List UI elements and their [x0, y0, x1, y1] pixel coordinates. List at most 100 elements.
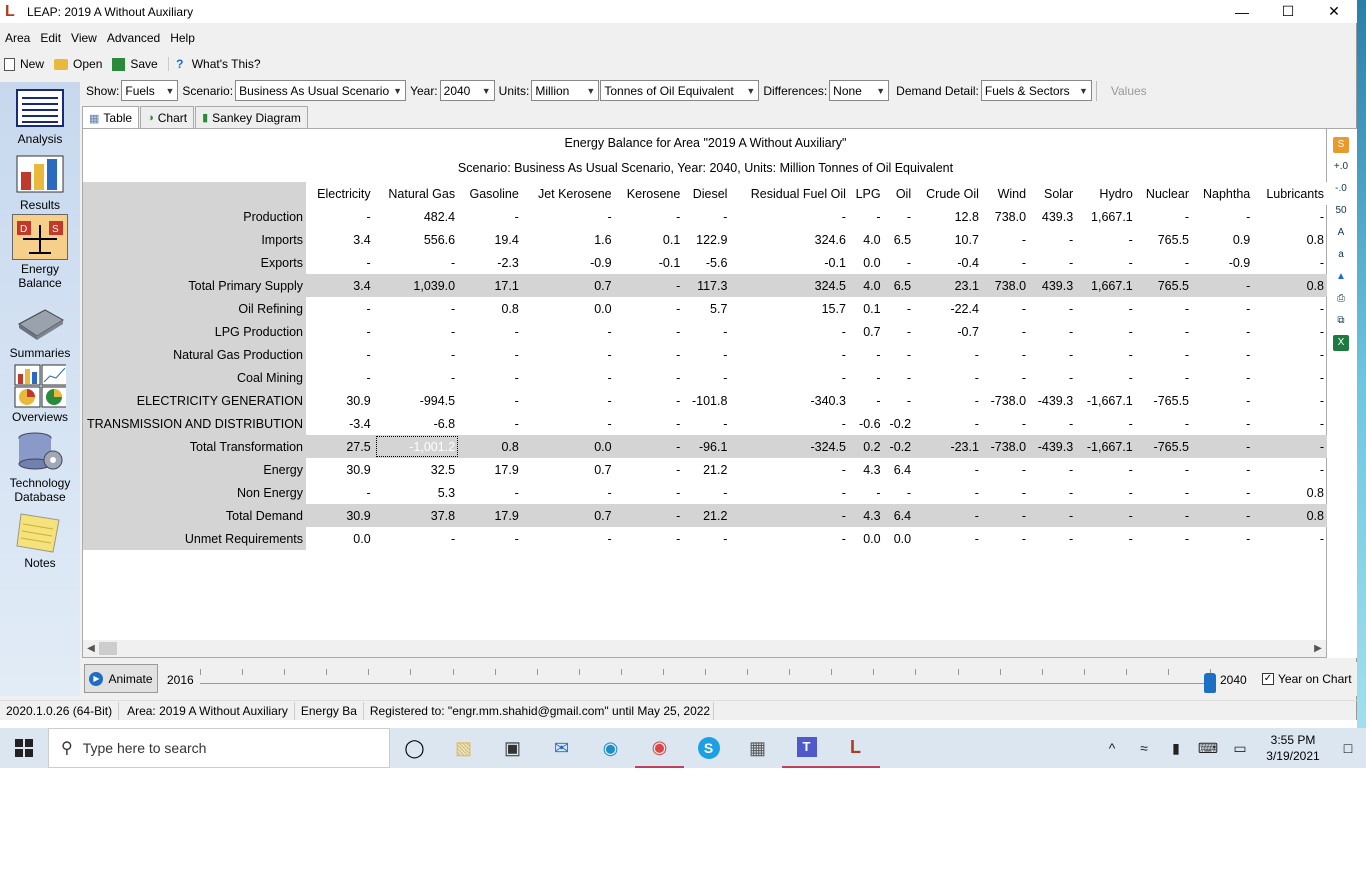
table-cell[interactable]: -	[915, 527, 983, 550]
table-cell[interactable]: -	[885, 343, 916, 366]
table-cell[interactable]: -	[1193, 320, 1254, 343]
table-cell[interactable]: -23.1	[915, 435, 983, 458]
table-cell[interactable]: -	[1137, 297, 1193, 320]
chrome-icon[interactable]: ◉	[635, 728, 684, 768]
tab-sankey[interactable]: ▮ Sankey Diagram	[195, 106, 308, 128]
scroll-left-icon[interactable]: ◀	[83, 640, 99, 657]
table-cell[interactable]: -	[1137, 251, 1193, 274]
table-cell[interactable]: 482.4	[375, 205, 459, 228]
table-cell[interactable]: -	[1137, 481, 1193, 504]
table-cell[interactable]: -	[1077, 527, 1137, 550]
table-cell[interactable]: -	[982, 504, 1031, 527]
table-cell[interactable]: 0.0	[850, 251, 885, 274]
table-cell[interactable]: -	[459, 366, 523, 389]
table-cell[interactable]: -	[915, 366, 983, 389]
menu-view[interactable]: View	[66, 28, 102, 48]
table-cell[interactable]: 439.3	[1030, 274, 1078, 297]
table-cell[interactable]: 6.4	[884, 504, 916, 527]
table-cell[interactable]: 0.8	[1254, 481, 1328, 504]
table-cell[interactable]: 0.0	[306, 527, 375, 550]
table-cell[interactable]: 5.7	[684, 297, 731, 320]
table-cell[interactable]: 0.9	[1193, 228, 1254, 251]
table-cell[interactable]: -	[983, 366, 1030, 389]
year-on-chart-checkbox[interactable]: ✓ Year on Chart	[1262, 672, 1352, 686]
table-cell[interactable]: -	[306, 205, 375, 228]
table-cell[interactable]: 4.0	[850, 228, 885, 251]
table-cell[interactable]: -0.7	[915, 320, 983, 343]
table-cell[interactable]: -	[459, 320, 523, 343]
table-cell[interactable]: -	[1030, 412, 1077, 435]
table-cell[interactable]: -	[731, 527, 849, 550]
increase-decimals-icon[interactable]: +.0	[1333, 159, 1349, 175]
table-cell[interactable]: 439.3	[1030, 205, 1077, 228]
table-cell[interactable]: -0.2	[885, 412, 916, 435]
table-cell[interactable]: 12.8	[915, 205, 983, 228]
table-cell[interactable]: -	[850, 205, 885, 228]
battery-icon[interactable]: ▮	[1160, 740, 1192, 757]
table-cell[interactable]: -	[1254, 320, 1328, 343]
row-label[interactable]: Imports	[83, 228, 306, 251]
table-cell[interactable]: -	[1077, 504, 1137, 527]
row-label[interactable]: Non Energy	[83, 481, 306, 504]
sidebar-item-notes[interactable]: Notes	[0, 510, 80, 570]
table-cell[interactable]: 0.0	[850, 527, 885, 550]
table-cell[interactable]: -	[1254, 412, 1328, 435]
column-header[interactable]: Gasoline	[459, 182, 523, 205]
table-cell[interactable]: -994.5	[375, 389, 459, 412]
chart-settings-icon[interactable]: ▲	[1333, 269, 1349, 285]
table-cell[interactable]: -	[1030, 228, 1077, 251]
table-cell[interactable]: -	[1254, 389, 1328, 412]
table-cell[interactable]: -	[684, 320, 731, 343]
row-label[interactable]: Natural Gas Production	[83, 343, 306, 366]
print-icon[interactable]: ⎙	[1333, 291, 1349, 307]
notifications-icon[interactable]: □	[1330, 740, 1366, 756]
store-icon[interactable]: ▣	[488, 728, 537, 768]
table-cell[interactable]: -	[1193, 274, 1255, 297]
excel-export-icon[interactable]: X	[1333, 335, 1349, 351]
table-cell[interactable]: -	[1254, 458, 1328, 481]
table-cell[interactable]: 10.7	[915, 228, 983, 251]
table-cell[interactable]: -	[983, 251, 1030, 274]
table-cell[interactable]: -	[915, 481, 983, 504]
table-cell[interactable]: -0.2	[884, 435, 916, 458]
table-cell[interactable]: 3.4	[306, 228, 375, 251]
column-header[interactable]: Wind	[982, 182, 1031, 205]
save-button[interactable]: Save	[112, 57, 158, 71]
teams-icon[interactable]: T	[782, 728, 831, 768]
table-cell[interactable]: 0.8	[1254, 228, 1328, 251]
table-cell[interactable]: 324.5	[731, 274, 850, 297]
table-cell[interactable]: 37.8	[374, 504, 460, 527]
scenario-select[interactable]: Business As Usual Scenario ▼	[235, 80, 407, 101]
table-cell[interactable]: -	[1030, 481, 1077, 504]
table-cell[interactable]: -	[306, 366, 375, 389]
table-cell[interactable]: -	[1077, 366, 1137, 389]
table-cell[interactable]: -	[983, 481, 1030, 504]
network-icon[interactable]: ≈	[1128, 740, 1160, 756]
table-cell[interactable]: -	[523, 412, 616, 435]
table-cell[interactable]: 17.9	[459, 504, 523, 527]
year-slider-track[interactable]	[200, 669, 1211, 684]
table-cell[interactable]: -	[983, 527, 1030, 550]
table-cell[interactable]: -	[1254, 366, 1328, 389]
table-cell[interactable]: 1.6	[523, 228, 616, 251]
table-cell[interactable]: -	[1030, 297, 1077, 320]
differences-select[interactable]: None ▼	[829, 80, 890, 101]
table-cell[interactable]: -	[1254, 251, 1328, 274]
tab-table[interactable]: ▦ Table	[82, 106, 140, 129]
table-cell[interactable]: -	[1137, 320, 1193, 343]
rounding-icon[interactable]: 50	[1333, 203, 1349, 219]
table-cell[interactable]: -	[885, 320, 916, 343]
sidebar-item-technology-database[interactable]: Technology Database	[0, 430, 80, 504]
table-cell[interactable]: -	[375, 297, 459, 320]
close-button[interactable]: ✕	[1311, 0, 1357, 23]
table-cell[interactable]: -	[1193, 435, 1255, 458]
table-cell[interactable]: 6.4	[885, 458, 916, 481]
table-cell[interactable]: -6.8	[375, 412, 459, 435]
unit-type-select[interactable]: Tonnes of Oil Equivalent ▼	[600, 80, 760, 101]
table-cell[interactable]: 0.0	[885, 527, 916, 550]
row-label[interactable]: Exports	[83, 251, 306, 274]
table-cell[interactable]: -	[1193, 504, 1255, 527]
table-cell[interactable]: -	[459, 412, 523, 435]
table-cell[interactable]: -	[731, 343, 849, 366]
table-cell[interactable]: -101.8	[684, 389, 731, 412]
